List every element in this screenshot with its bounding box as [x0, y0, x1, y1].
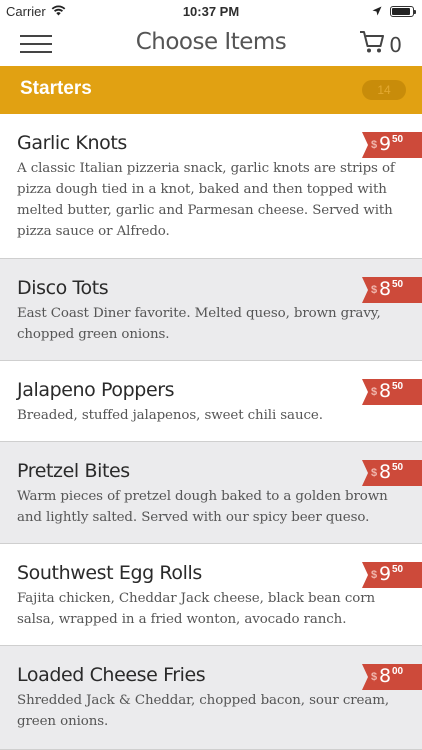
cart-count: 0	[389, 32, 402, 57]
price-cents: 50	[392, 134, 404, 145]
price-tag: $ 9 50	[362, 132, 422, 158]
price-currency: $	[371, 139, 378, 151]
price-currency: $	[371, 386, 378, 398]
battery-fill	[392, 8, 411, 15]
price-currency: $	[371, 671, 378, 683]
status-bar: Carrier 10:37 PM	[0, 0, 422, 22]
status-right	[372, 4, 416, 19]
category-title: Starters	[20, 78, 92, 99]
price-currency: $	[371, 467, 378, 479]
price-dollars: 9	[379, 563, 392, 585]
menu-item[interactable]: Disco Tots $ 8 50 East Coast Diner favor…	[0, 259, 422, 361]
price-currency: $	[371, 569, 378, 581]
item-description: East Coast Diner favorite. Melted queso,…	[17, 306, 381, 342]
price-dollars: 8	[379, 278, 392, 300]
item-description: Warm pieces of pretzel dough baked to a …	[17, 489, 388, 525]
menu-item[interactable]: Loaded Cheese Fries $ 8 00 Shredded Jack…	[0, 646, 422, 750]
price-tag: $ 8 00	[362, 664, 422, 690]
price-dollars: 9	[379, 133, 392, 155]
price-currency: $	[371, 284, 378, 296]
item-name: Jalapeno Poppers	[17, 379, 175, 401]
item-name: Pretzel Bites	[17, 460, 130, 482]
menu-item-list: Garlic Knots $ 9 50 A classic Italian pi…	[0, 114, 422, 750]
location-arrow-icon	[372, 4, 382, 19]
item-description: A classic Italian pizzeria snack, garlic…	[17, 161, 395, 239]
item-name: Loaded Cheese Fries	[17, 664, 206, 686]
menu-item[interactable]: Southwest Egg Rolls $ 9 50 Fajita chicke…	[0, 544, 422, 646]
price-cents: 50	[392, 279, 404, 290]
battery-icon	[390, 6, 416, 17]
item-description: Breaded, stuffed jalapenos, sweet chili …	[17, 408, 323, 423]
status-time: 10:37 PM	[182, 4, 240, 19]
price-tag: $ 9 50	[362, 562, 422, 588]
price-cents: 50	[392, 564, 404, 575]
item-description: Shredded Jack & Cheddar, chopped bacon, …	[17, 693, 389, 729]
cart-button[interactable]: 0	[359, 30, 402, 59]
price-cents: 50	[392, 381, 404, 392]
item-name: Garlic Knots	[17, 132, 127, 154]
menu-item[interactable]: Jalapeno Poppers $ 8 50 Breaded, stuffed…	[0, 361, 422, 442]
price-dollars: 8	[379, 380, 392, 402]
price-tag: $ 8 50	[362, 277, 422, 303]
price-dollars: 8	[379, 461, 392, 483]
category-header-starters[interactable]: Starters 14	[0, 66, 422, 114]
price-cents: 00	[392, 666, 404, 677]
price-cents: 50	[392, 462, 404, 473]
item-description: Fajita chicken, Cheddar Jack cheese, bla…	[17, 591, 376, 627]
navigation-bar: Choose Items 0	[0, 22, 422, 66]
price-tag: $ 8 50	[362, 460, 422, 486]
item-name: Southwest Egg Rolls	[17, 562, 202, 584]
cart-icon	[359, 30, 385, 59]
price-tag: $ 8 50	[362, 379, 422, 405]
category-count-badge: 14	[362, 80, 406, 100]
item-name: Disco Tots	[17, 277, 109, 299]
menu-item[interactable]: Garlic Knots $ 9 50 A classic Italian pi…	[0, 114, 422, 259]
menu-item[interactable]: Pretzel Bites $ 8 50 Warm pieces of pret…	[0, 442, 422, 544]
price-dollars: 8	[379, 665, 392, 687]
